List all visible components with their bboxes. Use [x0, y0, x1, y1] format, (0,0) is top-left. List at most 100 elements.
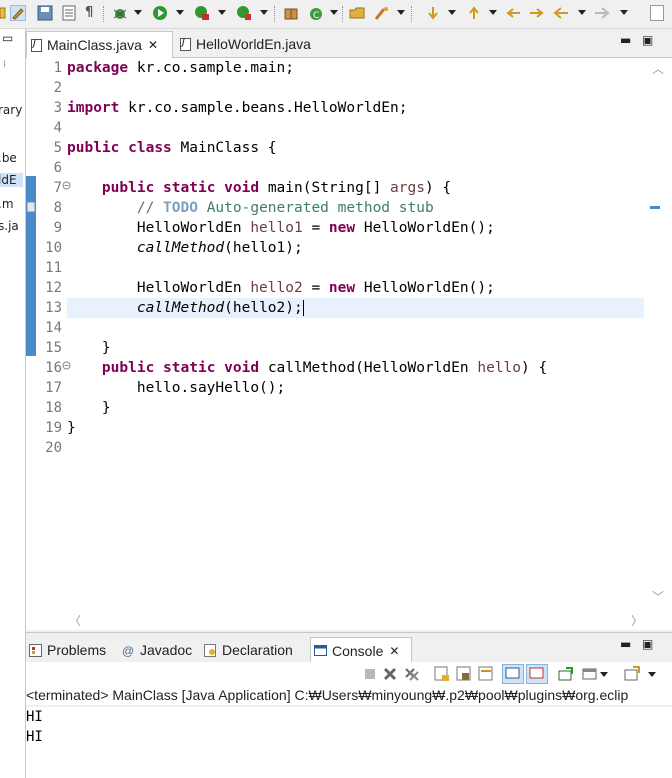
code-line[interactable]	[67, 78, 657, 98]
tab-javadoc[interactable]: @ Javadoc	[122, 637, 200, 663]
new-icon[interactable]	[0, 6, 6, 22]
back-icon[interactable]	[553, 5, 569, 21]
tab-label: Console	[332, 642, 384, 659]
console-output[interactable]: HI HI	[26, 707, 672, 778]
package-icon[interactable]	[283, 5, 299, 21]
code-line[interactable]: HelloWorldEn hello2 = new HelloWorldEn()…	[67, 278, 657, 298]
chevron-down-icon[interactable]	[134, 10, 142, 15]
code-token: new	[328, 220, 356, 236]
print-icon[interactable]	[61, 5, 77, 21]
remove-all-icon[interactable]	[404, 666, 420, 682]
minimize-icon[interactable]: ▬	[620, 33, 631, 47]
code-line[interactable]: }	[67, 418, 657, 438]
forward-icon[interactable]	[594, 5, 610, 21]
run-icon[interactable]	[152, 5, 168, 21]
save-icon[interactable]	[37, 5, 53, 21]
tab-declaration[interactable]: Declaration	[204, 637, 308, 663]
tab-problems[interactable]: Problems	[26, 637, 116, 663]
tab-console[interactable]: Console ✕	[310, 637, 412, 663]
code-line[interactable]	[67, 118, 657, 138]
tree-item[interactable]: s.ja	[0, 219, 19, 233]
clear-console-icon[interactable]	[434, 666, 450, 682]
code-line[interactable]: import kr.co.sample.beans.HelloWorldEn;	[67, 98, 657, 118]
tree-item[interactable]: .m	[0, 197, 14, 211]
code-line[interactable]: hello.sayHello();	[67, 378, 657, 398]
scroll-lock-icon[interactable]	[456, 666, 472, 682]
word-wrap-icon[interactable]	[478, 666, 494, 682]
code-line[interactable]	[67, 258, 657, 278]
close-icon[interactable]: ✕	[148, 38, 158, 52]
new-class-icon[interactable]: C	[308, 5, 324, 21]
maximize-icon[interactable]: ▣	[642, 33, 653, 47]
last-edit-forward-icon[interactable]	[528, 5, 544, 21]
scroll-down-icon[interactable]: ﹀	[652, 588, 664, 605]
maximize-icon[interactable]: ▣	[642, 637, 653, 651]
pilcrow-icon[interactable]: ¶	[85, 5, 101, 21]
line-number: 4	[53, 120, 62, 136]
code-line[interactable]: callMethod(hello2);	[67, 298, 657, 318]
open-console-icon[interactable]	[624, 666, 640, 682]
chevron-down-icon[interactable]	[600, 672, 608, 677]
debug-icon[interactable]	[112, 5, 128, 21]
task-icon[interactable]	[26, 199, 36, 213]
minimize-icon[interactable]: ▭	[2, 31, 13, 45]
scroll-left-icon[interactable]: 〈	[69, 612, 81, 629]
chevron-down-icon[interactable]	[176, 10, 184, 15]
code-area[interactable]: package kr.co.sample.main; import kr.co.s…	[67, 58, 657, 458]
show-on-output-icon[interactable]	[502, 664, 524, 684]
overview-marker[interactable]	[650, 206, 660, 209]
code-line[interactable]: }	[67, 398, 657, 418]
chevron-down-icon[interactable]	[330, 10, 338, 15]
view-menu-icon[interactable]: ⁞	[3, 59, 11, 73]
code-line[interactable]: package kr.co.sample.main;	[67, 58, 657, 78]
package-explorer-strip: ▭ ⁞ rary .be ldE .m s.ja	[0, 29, 26, 778]
show-on-error-icon[interactable]	[526, 664, 548, 684]
code-line[interactable]: HelloWorldEn hello1 = new HelloWorldEn()…	[67, 218, 657, 238]
code-token: args	[390, 180, 425, 196]
chevron-down-icon[interactable]	[620, 10, 628, 15]
horizontal-scrollbar[interactable]: 〈 〉	[67, 610, 647, 630]
display-console-icon[interactable]	[582, 666, 598, 682]
next-annotation-icon[interactable]	[425, 5, 441, 21]
line-number: 5	[53, 140, 62, 156]
search-icon[interactable]	[374, 5, 390, 21]
chevron-down-icon[interactable]	[260, 10, 268, 15]
prev-annotation-icon[interactable]	[466, 5, 482, 21]
chevron-down-icon[interactable]	[578, 10, 586, 15]
external-tools-icon[interactable]	[236, 5, 252, 21]
perspective-icon[interactable]	[650, 5, 664, 21]
code-line[interactable]	[67, 438, 657, 458]
minimize-icon[interactable]: ▬	[620, 637, 631, 651]
code-line[interactable]: public static void main(String[] args) {	[67, 178, 657, 198]
terminate-icon[interactable]	[362, 666, 378, 682]
close-icon[interactable]: ✕	[389, 644, 399, 658]
code-line[interactable]	[67, 158, 657, 178]
scroll-up-icon[interactable]: ︿	[652, 60, 664, 77]
coverage-icon[interactable]	[194, 5, 210, 21]
code-line[interactable]: // TODO Auto-generated method stub	[67, 198, 657, 218]
chevron-down-icon[interactable]	[218, 10, 226, 15]
vertical-scrollbar[interactable]: ︿ ﹀	[644, 58, 672, 610]
last-edit-icon[interactable]	[506, 5, 522, 21]
open-type-icon[interactable]	[349, 5, 365, 21]
tree-item[interactable]: rary	[0, 103, 22, 117]
chevron-down-icon[interactable]	[397, 10, 405, 15]
chevron-down-icon[interactable]	[448, 10, 456, 15]
code-line[interactable]: public static void callMethod(HelloWorld…	[67, 358, 657, 378]
tab-mainclass[interactable]: MainClass.java ✕	[26, 31, 173, 58]
tree-item-selected[interactable]: ldE	[0, 173, 23, 187]
code-line[interactable]: public class MainClass {	[67, 138, 657, 158]
code-line[interactable]	[67, 318, 657, 338]
pin-console-icon[interactable]	[558, 666, 574, 682]
chevron-down-icon[interactable]	[648, 672, 656, 677]
editor-tab-bar: MainClass.java ✕ HelloWorldEn.java ▬ ▣	[26, 29, 672, 58]
code-line[interactable]: }	[67, 338, 657, 358]
brush-icon[interactable]	[10, 5, 26, 21]
scroll-right-icon[interactable]: 〉	[631, 612, 643, 629]
tab-helloworlden[interactable]: HelloWorldEn.java	[176, 31, 336, 57]
code-editor[interactable]: 1 2 3 4 5 6 7 8 9 10 11 12 13 14 15 16 17 18 19 20 package …	[26, 58, 672, 630]
remove-launch-icon[interactable]	[382, 666, 398, 682]
tree-item[interactable]: .be	[0, 151, 17, 165]
chevron-down-icon[interactable]	[489, 10, 497, 15]
code-line[interactable]: callMethod(hello1);	[67, 238, 657, 258]
